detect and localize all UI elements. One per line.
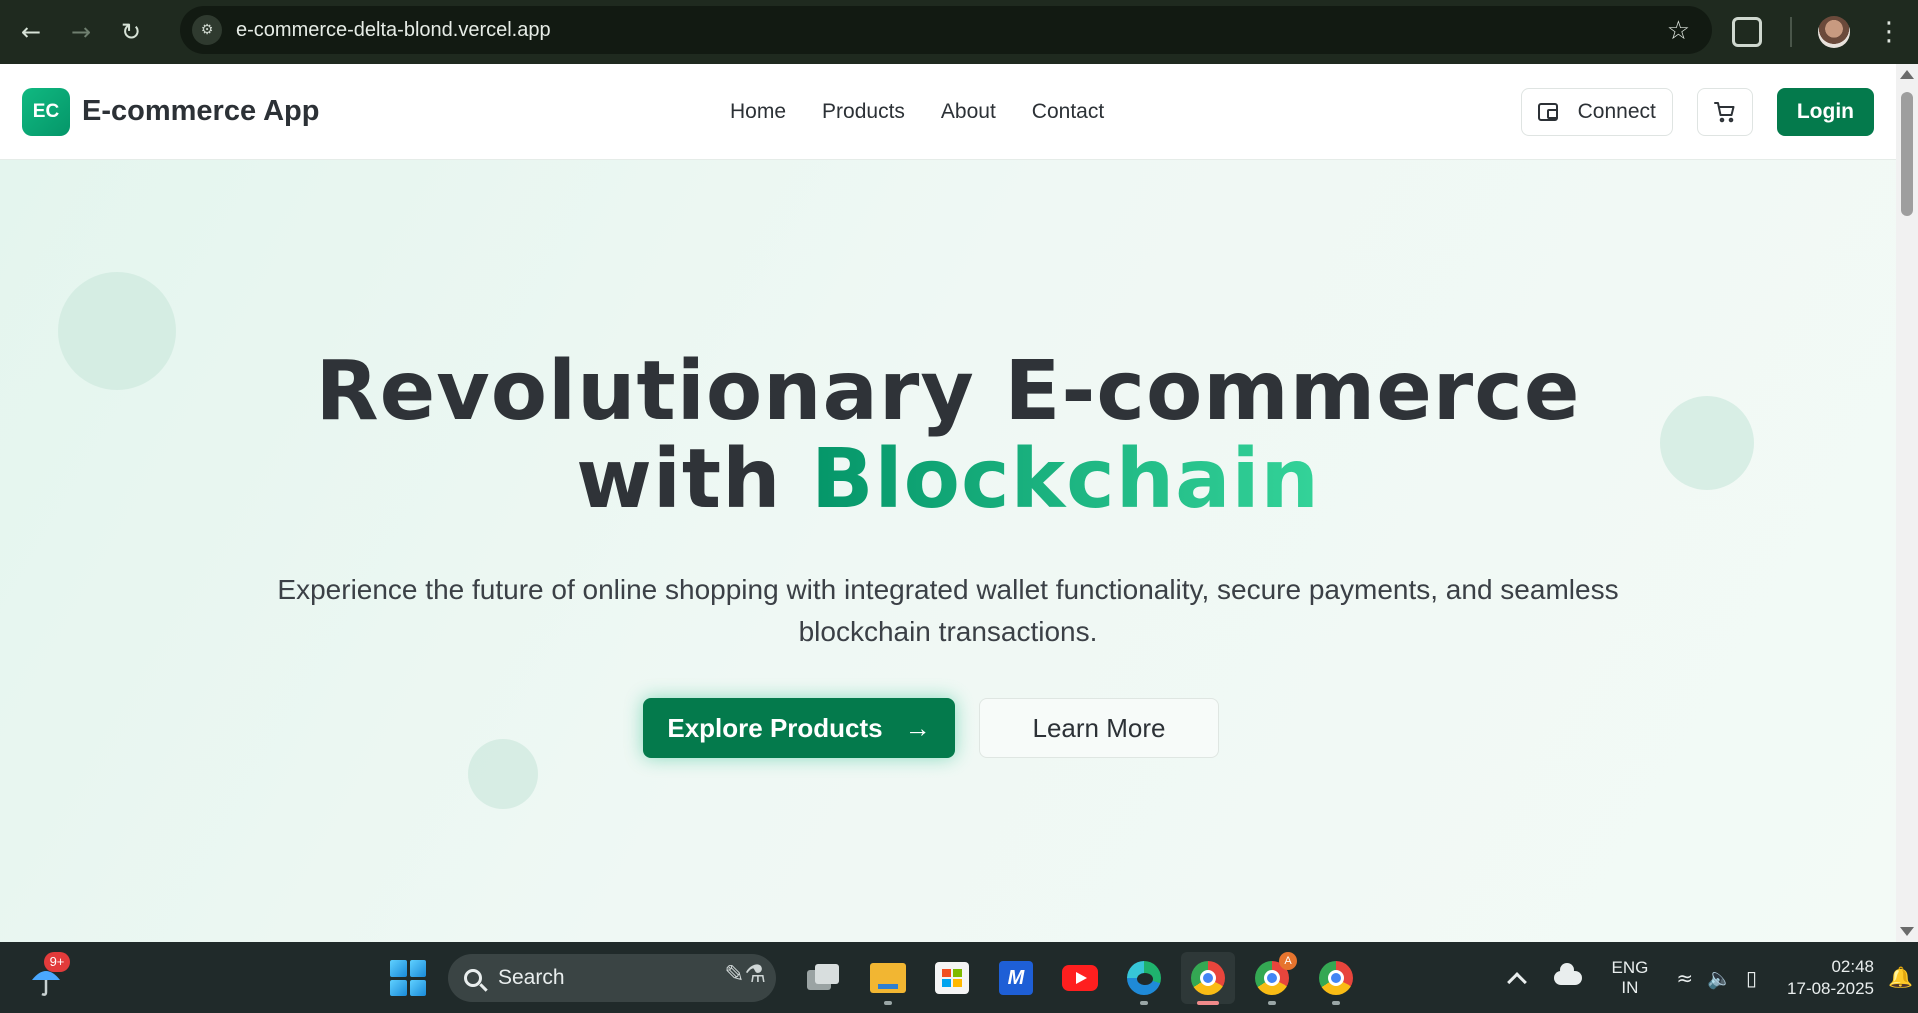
wallet-icon <box>1537 103 1558 121</box>
language-code: ENG <box>1611 957 1649 977</box>
microsoft-store-app[interactable] <box>925 952 979 1004</box>
volume-icon: 🔈 <box>1707 965 1733 990</box>
bookmark-star-icon[interactable]: ☆ <box>1667 16 1690 46</box>
search-icon <box>464 969 482 987</box>
nav-link-contact[interactable]: Contact <box>1032 100 1104 124</box>
logo-text[interactable]: E-commerce App <box>82 95 319 128</box>
hero-section: Revolutionary E-commerce with Blockchain… <box>0 160 1896 942</box>
wifi-icon: ≈ <box>1676 965 1694 990</box>
search-placeholder: Search <box>498 966 565 989</box>
scroll-down-arrow-icon[interactable] <box>1900 927 1914 936</box>
site-info-icon[interactable]: ⚙ <box>192 15 222 45</box>
hero-title-prefix: with <box>576 432 812 527</box>
chrome-app-active[interactable] <box>1181 952 1235 1005</box>
hero-subtitle: Experience the future of online shopping… <box>277 574 1619 647</box>
hero-title: Revolutionary E-commerce with Blockchain <box>0 348 1896 524</box>
clock-time: 02:48 <box>1831 956 1874 976</box>
page-scrollbar[interactable] <box>1896 64 1918 942</box>
back-button[interactable]: ← <box>12 13 50 51</box>
connect-wallet-button[interactable]: Connect <box>1520 88 1673 136</box>
header-actions: Connect Login <box>1520 88 1874 136</box>
logo-badge[interactable]: EC <box>22 87 70 136</box>
main-nav: Home Products About Contact <box>730 64 1104 160</box>
battery-icon: ▯ <box>1746 965 1758 990</box>
reload-button[interactable]: ↻ <box>112 13 150 51</box>
login-button[interactable]: Login <box>1776 88 1874 136</box>
notification-bell-icon[interactable]: 🔔 <box>1888 965 1913 991</box>
nav-link-home[interactable]: Home <box>730 100 786 124</box>
running-indicator <box>884 1001 892 1005</box>
taskbar: 9+ Search ✎⚗ M A ENG IN ≈ 🔈 ▯ 02:48 17-0… <box>0 942 1918 1013</box>
edge-app[interactable] <box>1117 952 1171 1005</box>
nav-link-about[interactable]: About <box>941 100 996 124</box>
file-explorer-icon <box>870 963 906 993</box>
quick-settings[interactable]: ≈ 🔈 ▯ <box>1676 966 1757 990</box>
toolbar-divider <box>1790 17 1792 47</box>
weather-notification-badge: 9+ <box>44 952 70 972</box>
task-view-icon <box>807 964 841 992</box>
explore-products-button[interactable]: Explore Products → <box>643 698 955 758</box>
profile-badge: A <box>1279 952 1297 970</box>
onedrive-cloud-icon[interactable] <box>1553 962 1582 985</box>
browser-toolbar: ← → ↻ ⚙ e-commerce-delta-blond.vercel.ap… <box>0 0 1918 64</box>
language-indicator[interactable]: ENG IN <box>1612 958 1649 998</box>
page-viewport: EC E-commerce App Home Products About Co… <box>0 64 1896 942</box>
chrome-other-app[interactable] <box>1309 952 1363 1005</box>
shopping-cart-icon <box>1713 102 1735 123</box>
search-highlight-illustration-icon: ✎⚗ <box>724 961 766 988</box>
hero-title-accent: Blockchain <box>811 432 1320 527</box>
chrome-icon <box>1319 961 1353 995</box>
taskbar-search[interactable]: Search ✎⚗ <box>448 954 776 1002</box>
active-indicator <box>1197 1001 1219 1005</box>
running-indicator <box>1332 1001 1340 1005</box>
show-hidden-icons-chevron-icon[interactable] <box>1506 971 1527 992</box>
learn-more-button[interactable]: Learn More <box>979 698 1219 758</box>
edge-icon <box>1127 961 1161 995</box>
malwarebytes-icon: M <box>999 961 1033 995</box>
task-view-app[interactable] <box>797 952 851 1004</box>
system-tray: ENG IN ≈ 🔈 ▯ 02:48 17-08-2025 🔔 <box>1506 942 1918 1013</box>
chrome-icon <box>1191 961 1225 995</box>
address-bar[interactable]: ⚙ e-commerce-delta-blond.vercel.app ☆ <box>180 6 1712 54</box>
nav-link-products[interactable]: Products <box>822 100 905 124</box>
clock-date: 17-08-2025 <box>1787 978 1874 998</box>
chrome-profile-app[interactable]: A <box>1245 952 1299 1005</box>
windows-start-icon[interactable] <box>390 960 426 996</box>
youtube-app[interactable] <box>1053 952 1107 1004</box>
browser-menu-icon[interactable]: ⋮ <box>1876 17 1902 47</box>
scroll-up-arrow-icon[interactable] <box>1900 70 1914 79</box>
hero-title-line1: Revolutionary E-commerce <box>315 344 1581 439</box>
running-indicator <box>1140 1001 1148 1005</box>
url-text[interactable]: e-commerce-delta-blond.vercel.app <box>236 19 551 42</box>
connect-label: Connect <box>1577 100 1656 123</box>
hero-cta-group: Explore Products → Learn More <box>0 698 1896 758</box>
profile-avatar[interactable] <box>1818 16 1850 48</box>
youtube-icon <box>1062 965 1098 991</box>
malwarebytes-app[interactable]: M <box>989 952 1043 1004</box>
running-indicator <box>1268 1001 1276 1005</box>
forward-button[interactable]: → <box>62 13 100 51</box>
extensions-icon[interactable] <box>1732 17 1762 47</box>
region-code: IN <box>1621 977 1639 997</box>
file-explorer-app[interactable] <box>861 952 915 1005</box>
scrollbar-thumb[interactable] <box>1901 92 1913 216</box>
explore-products-label: Explore Products <box>667 712 883 743</box>
cart-button[interactable] <box>1696 88 1753 136</box>
taskbar-apps: Search ✎⚗ M A <box>390 952 1368 1005</box>
arrow-right-icon: → <box>904 712 931 743</box>
microsoft-store-icon <box>935 962 969 994</box>
site-header: EC E-commerce App Home Products About Co… <box>0 64 1896 160</box>
clock[interactable]: 02:48 17-08-2025 <box>1787 956 1874 1000</box>
